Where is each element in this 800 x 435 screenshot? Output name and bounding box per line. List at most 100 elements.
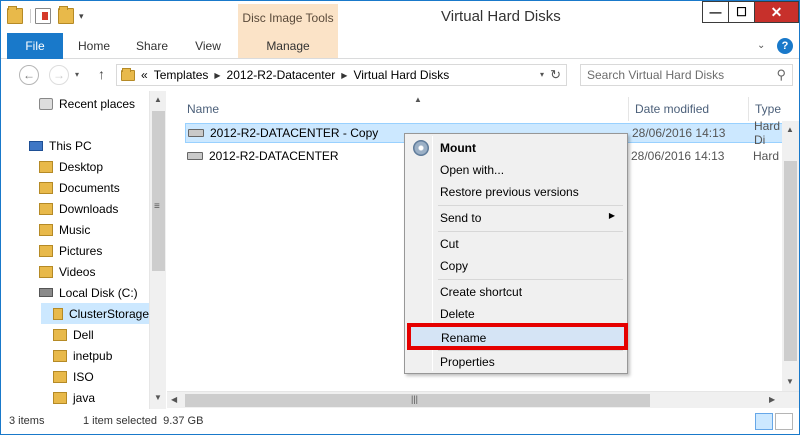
scroll-down-icon[interactable]: ▼ [786,377,794,386]
new-folder-icon[interactable] [58,6,74,24]
window-controls: — ☐ ✕ [702,1,799,23]
quick-access-toolbar: ▾ [7,6,84,24]
tab-share[interactable]: Share [129,33,175,58]
scroll-down-icon[interactable]: ▼ [154,393,162,402]
scrollbar-thumb[interactable] [152,111,165,271]
nav-label: Recent places [59,96,136,111]
content-horizontal-scrollbar[interactable]: ◀ ||| ▶ [167,391,799,408]
scroll-left-icon[interactable]: ◀ [171,395,177,404]
menu-label: Cut [440,237,459,251]
properties-icon[interactable] [35,8,51,24]
nav-label: inetpub [73,348,113,363]
nav-item-java[interactable]: java [53,387,95,408]
nav-item-videos[interactable]: Videos [39,261,95,282]
tab-view[interactable]: View [185,33,231,58]
sort-ascending-icon: ▲ [414,95,422,104]
close-button[interactable]: ✕ [754,1,799,23]
menu-item-send-to[interactable]: Send to ▶ [407,207,625,228]
videos-folder-icon [39,265,53,278]
pictures-folder-icon [39,244,53,257]
nav-item-dell[interactable]: Dell [53,324,94,345]
nav-label: Desktop [59,159,104,174]
nav-label: This PC [49,138,92,153]
nav-item-inetpub[interactable]: inetpub [53,345,112,366]
refresh-icon[interactable]: ↻ [550,67,561,83]
minimize-button[interactable]: — [702,1,729,23]
menu-label: Copy [440,259,469,273]
breadcrumb-overflow[interactable]: « [141,68,148,82]
folder-icon [53,307,63,320]
breadcrumb-virtual-hard-disks[interactable]: Virtual Hard Disks [353,68,449,82]
help-icon[interactable]: ? [777,38,793,54]
breadcrumb-separator-icon[interactable]: ▶ [341,71,347,80]
nav-label: ClusterStorage [68,306,149,321]
menu-item-mount[interactable]: Mount [407,137,625,158]
nav-item-pictures[interactable]: Pictures [39,240,102,261]
menu-item-properties[interactable]: Properties [407,351,625,372]
scroll-up-icon[interactable]: ▲ [786,125,794,134]
menu-item-create-shortcut[interactable]: Create shortcut [407,281,625,302]
large-icons-view-icon[interactable] [775,413,793,430]
nav-item-local-disk[interactable]: Local Disk (C:) [39,282,138,303]
column-header-type[interactable]: Type [749,97,789,121]
nav-label: Pictures [59,243,103,258]
folder-icon [53,349,67,362]
content-vertical-scrollbar[interactable]: ▲ ▼ [782,121,799,391]
ribbon-right-controls: ⌄ ? [757,38,793,54]
menu-label: Properties [440,355,495,369]
window-title: Virtual Hard Disks [441,8,561,25]
menu-item-cut[interactable]: Cut [407,233,625,254]
scroll-grip-icon: ≡ [154,201,160,212]
nav-item-documents[interactable]: Documents [39,177,120,198]
tab-file[interactable]: File [7,33,63,59]
address-row: ← → ▾ ↑ « Templates ▶ 2012-R2-Datacenter… [1,59,799,91]
address-bar[interactable]: « Templates ▶ 2012-R2-Datacenter ▶ Virtu… [116,64,567,86]
column-label: Name [187,102,220,116]
menu-item-delete[interactable]: Delete [407,303,625,324]
item-count: 3 items [9,415,45,427]
documents-folder-icon [39,181,53,194]
back-button[interactable]: ← [19,65,39,85]
menu-item-copy[interactable]: Copy [407,255,625,276]
nav-item-iso[interactable]: ISO [53,366,94,387]
details-view-icon[interactable] [755,413,773,430]
nav-item-music[interactable]: Music [39,219,90,240]
address-dropdown-icon[interactable]: ▾ [540,70,544,79]
breadcrumb-separator-icon[interactable]: ▶ [214,71,220,80]
nav-scrollbar[interactable]: ▲ ≡ ▼ [149,91,166,409]
menu-label: Create shortcut [440,285,523,299]
selection-info: 1 item selected 9.37 GB [83,415,204,427]
folder-icon[interactable] [7,6,23,24]
breadcrumb-templates[interactable]: Templates [154,68,209,82]
nav-label: Downloads [59,201,119,216]
nav-item-desktop[interactable]: Desktop [39,156,103,177]
nav-item-recent-places[interactable]: Recent places [39,93,135,114]
nav-item-this-pc[interactable]: This PC [29,135,92,156]
tab-manage[interactable]: Manage [238,33,338,58]
scroll-up-icon[interactable]: ▲ [154,95,162,104]
expand-ribbon-icon[interactable]: ⌄ [757,40,769,52]
nav-label: Documents [59,180,120,195]
nav-item-downloads[interactable]: Downloads [39,198,118,219]
menu-item-restore-previous-versions[interactable]: Restore previous versions [407,181,625,202]
maximize-button[interactable]: ☐ [728,1,755,23]
scroll-right-icon[interactable]: ▶ [769,395,775,404]
nav-item-clusterstorage[interactable]: ClusterStorage [41,303,149,324]
forward-button[interactable]: → [49,65,69,85]
breadcrumb-2012-r2-datacenter[interactable]: 2012-R2-Datacenter [227,68,336,82]
explorer-window: ▾ Disc Image Tools Virtual Hard Disks — … [0,0,800,435]
column-header-date-modified[interactable]: Date modified [629,97,749,121]
nav-label: Videos [59,264,96,279]
menu-item-open-with[interactable]: Open with... [407,159,625,180]
search-icon[interactable]: ⚲ [776,67,786,83]
search-input[interactable]: Search Virtual Hard Disks ⚲ [580,64,793,86]
recent-locations-icon[interactable]: ▾ [75,70,79,79]
desktop-folder-icon [39,160,53,173]
column-header-name[interactable]: ▲ Name [181,95,629,121]
qat-customize-icon[interactable]: ▾ [79,11,84,22]
up-arrow-icon[interactable]: ↑ [98,66,105,82]
scrollbar-thumb[interactable] [784,161,797,361]
tab-home[interactable]: Home [71,33,117,58]
submenu-arrow-icon: ▶ [608,211,615,220]
column-label: Type [755,102,782,116]
